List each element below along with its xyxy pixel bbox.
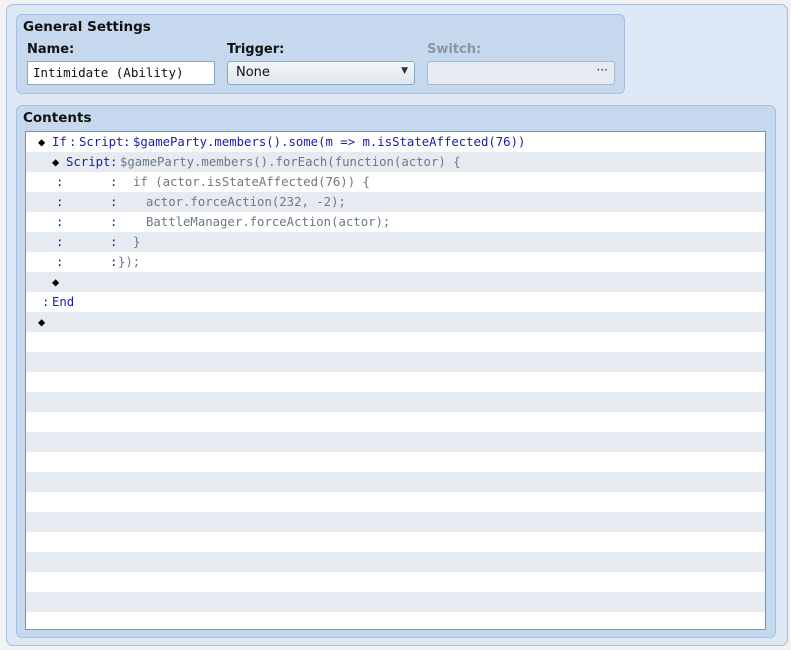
ellipsis-icon[interactable]: ···: [597, 63, 608, 77]
empty-row[interactable]: [26, 332, 765, 352]
empty-row[interactable]: [26, 612, 765, 629]
command-row[interactable]: ◆: [26, 312, 765, 332]
trigger-select[interactable]: None ▼: [227, 61, 415, 85]
empty-row[interactable]: [26, 392, 765, 412]
switch-selector[interactable]: ···: [427, 61, 615, 85]
separator: :: [69, 135, 77, 149]
script-code: });: [118, 255, 141, 269]
separator: :: [123, 135, 131, 149]
continuation-colon: :: [110, 195, 118, 209]
script-keyword: Script: [66, 155, 111, 169]
empty-row[interactable]: [26, 552, 765, 572]
continuation-colon: :: [42, 295, 50, 309]
command-row[interactable]: ◆ Script : $gameParty.members().forEach(…: [26, 152, 765, 172]
if-keyword: If: [52, 135, 67, 149]
general-settings-title: General Settings: [23, 19, 151, 35]
empty-row[interactable]: [26, 472, 765, 492]
name-label: Name:: [27, 42, 75, 57]
script-code: $gameParty.members().forEach(function(ac…: [120, 155, 461, 169]
continuation-colon: :: [110, 175, 118, 189]
command-diamond-icon: ◆: [38, 135, 46, 149]
empty-row[interactable]: [26, 512, 765, 532]
continuation-colon: :: [56, 195, 64, 209]
general-settings-group: General Settings Name: Intimidate (Abili…: [16, 14, 625, 94]
command-row[interactable]: : : BattleManager.forceAction(actor);: [26, 212, 765, 232]
switch-label: Switch:: [427, 42, 482, 57]
continuation-colon: :: [110, 215, 118, 229]
event-command-list[interactable]: ◆ If : Script : $gameParty.members().som…: [25, 131, 766, 630]
end-keyword: End: [52, 295, 75, 309]
chevron-down-icon: ▼: [401, 66, 408, 76]
empty-row[interactable]: [26, 352, 765, 372]
command-diamond-icon: ◆: [52, 275, 60, 289]
empty-row[interactable]: [26, 412, 765, 432]
script-code: }: [133, 235, 141, 249]
name-input[interactable]: Intimidate (Ability): [27, 61, 215, 85]
command-row[interactable]: ◆ If : Script : $gameParty.members().som…: [26, 132, 765, 152]
continuation-colon: :: [110, 255, 118, 269]
empty-row[interactable]: [26, 492, 765, 512]
contents-group: Contents ◆ If : Script : $gameParty.memb…: [16, 105, 776, 638]
command-row[interactable]: ◆: [26, 272, 765, 292]
command-row[interactable]: : : }: [26, 232, 765, 252]
empty-row[interactable]: [26, 452, 765, 472]
command-row[interactable]: : : actor.forceAction(232, -2);: [26, 192, 765, 212]
empty-row[interactable]: [26, 372, 765, 392]
continuation-colon: :: [110, 235, 118, 249]
command-row[interactable]: : : if (actor.isStateAffected(76)) {: [26, 172, 765, 192]
common-event-window: General Settings Name: Intimidate (Abili…: [6, 4, 788, 646]
trigger-label: Trigger:: [227, 42, 285, 57]
trigger-select-value: None: [236, 65, 270, 80]
command-row[interactable]: : End: [26, 292, 765, 312]
continuation-colon: :: [56, 175, 64, 189]
empty-row[interactable]: [26, 432, 765, 452]
separator: :: [110, 155, 118, 169]
command-diamond-icon: ◆: [52, 155, 60, 169]
continuation-colon: :: [56, 255, 64, 269]
command-diamond-icon: ◆: [38, 315, 46, 329]
script-code: if (actor.isStateAffected(76)) {: [133, 175, 370, 189]
continuation-colon: :: [56, 215, 64, 229]
condition-code: $gameParty.members().some(m => m.isState…: [133, 135, 526, 149]
contents-title: Contents: [23, 110, 92, 126]
command-row[interactable]: : : });: [26, 252, 765, 272]
empty-row[interactable]: [26, 592, 765, 612]
empty-row[interactable]: [26, 532, 765, 552]
script-code: actor.forceAction(232, -2);: [146, 195, 346, 209]
script-code: BattleManager.forceAction(actor);: [146, 215, 391, 229]
empty-row[interactable]: [26, 572, 765, 592]
continuation-colon: :: [56, 235, 64, 249]
script-keyword: Script: [79, 135, 124, 149]
